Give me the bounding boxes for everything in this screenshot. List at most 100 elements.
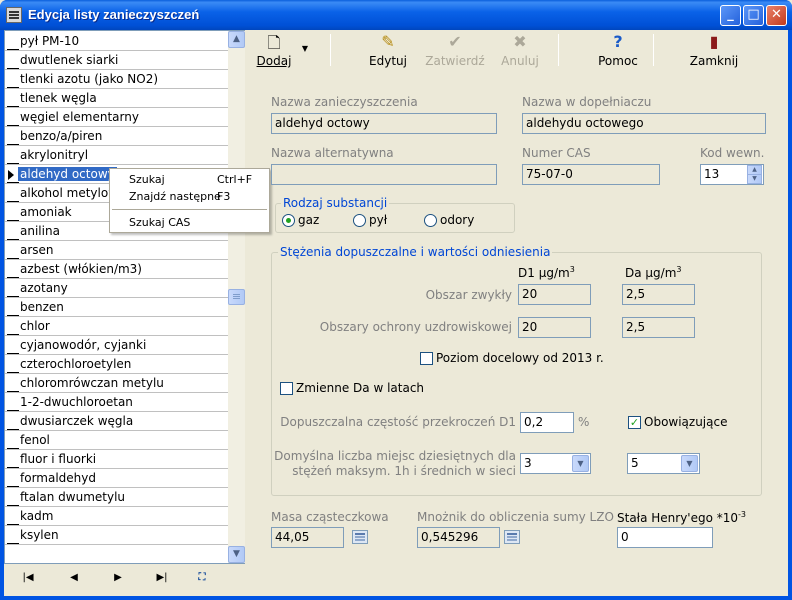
list-item-label: cyjanowodór, cyjanki (20, 338, 147, 352)
list-item[interactable]: azotany (5, 279, 228, 298)
list-item[interactable]: cyjanowodór, cyjanki (5, 336, 228, 355)
decimals-1h-select[interactable]: 3 ▼ (520, 453, 591, 474)
list-item-label: ksylen (20, 528, 59, 542)
radio-dust[interactable] (353, 214, 366, 227)
spa-area-label: Obszary ochrony uzdrowiskowej (319, 320, 512, 334)
list-item[interactable]: ksylen (5, 526, 228, 545)
normal-area-d1-field[interactable]: 20 (518, 284, 591, 305)
calculator-icon[interactable] (352, 530, 368, 544)
cas-number-field[interactable]: 75-07-0 (522, 164, 660, 185)
maximize-button[interactable]: □ (743, 5, 764, 26)
decimals-label-line2: stężeń maksym. 1h i średnich w sieci (292, 464, 516, 478)
list-item[interactable]: formaldehyd (5, 469, 228, 488)
radio-odor[interactable] (424, 214, 437, 227)
genitive-name-field[interactable]: aldehydu octowego (522, 113, 766, 134)
prev-record-icon[interactable]: ◀ (64, 572, 84, 588)
variable-da-label: Zmienne Da w latach (296, 381, 425, 395)
exceedance-unit: % (578, 415, 590, 429)
decimals-1h-value: 3 (524, 456, 532, 470)
cancel-button[interactable]: ✖ Anuluj (494, 30, 546, 70)
confirm-button[interactable]: ✔ Zatwierdź (420, 30, 490, 70)
list-scrollbar[interactable]: ▲ ▼ (228, 31, 245, 563)
list-item-label: aldehyd octowy (18, 167, 117, 181)
pencil-icon: ✎ (381, 32, 395, 51)
exceedance-freq-field[interactable]: 0,2 (520, 412, 574, 433)
list-item-label: chloromrówczan metylu (20, 376, 164, 390)
list-item-label: azotany (20, 281, 68, 295)
normal-area-label: Obszar zwykły (425, 288, 512, 302)
list-item[interactable]: benzen (5, 298, 228, 317)
minimize-button[interactable]: _ (720, 5, 741, 26)
scroll-up-button[interactable]: ▲ (228, 31, 245, 48)
menu-item-search-cas[interactable]: Szukaj CAS (110, 214, 269, 231)
chevron-down-icon[interactable]: ▼ (572, 455, 589, 472)
list-item[interactable]: czterochloroetylen (5, 355, 228, 374)
edit-button[interactable]: ✎ Edytuj (358, 30, 418, 70)
next-record-icon[interactable]: ▶ (108, 572, 128, 588)
spa-area-d1-field[interactable]: 20 (518, 317, 591, 338)
decimals-avg-select[interactable]: 5 ▼ (627, 453, 700, 474)
calculator-icon[interactable] (504, 530, 520, 544)
scroll-down-button[interactable]: ▼ (228, 546, 245, 563)
chevron-down-icon[interactable]: ▼ (681, 455, 698, 472)
help-button[interactable]: ? Pomoc (588, 30, 648, 70)
list-item[interactable]: dwusiarczek węgla (5, 412, 228, 431)
menu-item-label: Szukaj CAS (129, 216, 191, 229)
list-item[interactable]: pył PM-10 (5, 32, 228, 51)
list-item[interactable]: benzo/a/piren (5, 127, 228, 146)
title-bar[interactable]: Edycja listy zanieczyszczeń _ □ ✕ (0, 0, 792, 30)
internal-code-spinner[interactable]: 13 ▲ ▼ (700, 164, 764, 185)
last-record-icon[interactable]: ▶| (152, 572, 172, 588)
toolbar-separator (653, 34, 654, 66)
binoculars-icon[interactable]: ⛶ (192, 572, 212, 588)
alt-name-field[interactable] (271, 164, 497, 185)
exceedance-freq-label: Dopuszczalna częstość przekroczeń D1 (280, 415, 516, 429)
list-item[interactable]: kadm (5, 507, 228, 526)
confirm-label: Zatwierdź (425, 54, 485, 68)
client-area: pył PM-10 dwutlenek siarki tlenki azotu (j… (4, 30, 788, 596)
first-record-icon[interactable]: |◀ (18, 572, 38, 588)
henry-constant-field[interactable]: 0 (617, 527, 713, 548)
list-item[interactable]: arsen (5, 241, 228, 260)
list-item-label: fluor i fluorki (20, 452, 97, 466)
menu-item-find-next[interactable]: Znajdź następne F3 (110, 188, 269, 205)
add-dropdown-button[interactable]: ▼ (296, 30, 314, 70)
list-item[interactable]: węgiel elementarny (5, 108, 228, 127)
menu-item-search[interactable]: Szukaj Ctrl+F (110, 171, 269, 188)
close-button[interactable]: ▮ Zamknij (682, 30, 746, 70)
close-window-button[interactable]: ✕ (766, 5, 787, 26)
list-item[interactable]: tlenki azotu (jako NO2) (5, 70, 228, 89)
pollutant-name-field[interactable]: aldehyd octowy (271, 113, 497, 134)
spin-down-icon[interactable]: ▼ (747, 174, 762, 184)
list-item[interactable]: akrylonitryl (5, 146, 228, 165)
list-item[interactable]: fluor i fluorki (5, 450, 228, 469)
target-level-label: Poziom docelowy od 2013 r. (436, 351, 604, 365)
add-button[interactable]: 🗋 Dodaj (252, 30, 296, 70)
spa-area-da-field[interactable]: 2,5 (622, 317, 695, 338)
list-item[interactable]: chlor (5, 317, 228, 336)
target-level-checkbox[interactable] (420, 352, 433, 365)
close-label: Zamknij (689, 54, 739, 68)
list-item[interactable]: fenol (5, 431, 228, 450)
list-item[interactable]: azbest (włókien/m3) (5, 260, 228, 279)
record-navigator: |◀ ◀ ▶ ▶| ⛶ (4, 566, 245, 594)
molar-mass-field[interactable]: 44,05 (271, 527, 344, 548)
mandatory-checkbox[interactable]: ✓ (628, 416, 641, 429)
henry-constant-label: Stała Henry'ego *10-3 (617, 510, 747, 525)
list-item[interactable]: chloromrówczan metylu (5, 374, 228, 393)
pollutant-list[interactable]: pył PM-10 dwutlenek siarki tlenki azotu (j… (4, 30, 245, 564)
list-item[interactable]: tlenek węgla (5, 89, 228, 108)
code-spin-buttons[interactable]: ▲ ▼ (747, 165, 762, 184)
menu-item-label: Znajdź następne (129, 190, 221, 203)
variable-da-checkbox[interactable] (280, 382, 293, 395)
scroll-thumb[interactable] (228, 289, 245, 305)
list-item-label: ftalan dwumetylu (20, 490, 126, 504)
lzo-multiplier-field[interactable]: 0,545296 (417, 527, 500, 548)
radio-gas[interactable] (282, 214, 295, 227)
menu-item-shortcut: Ctrl+F (217, 173, 253, 186)
list-item[interactable]: 1-2-dwuchloroetan (5, 393, 228, 412)
context-menu: Szukaj Ctrl+F Znajdź następne F3 Szukaj … (109, 168, 270, 233)
list-item[interactable]: ftalan dwumetylu (5, 488, 228, 507)
normal-area-da-field[interactable]: 2,5 (622, 284, 695, 305)
list-item[interactable]: dwutlenek siarki (5, 51, 228, 70)
